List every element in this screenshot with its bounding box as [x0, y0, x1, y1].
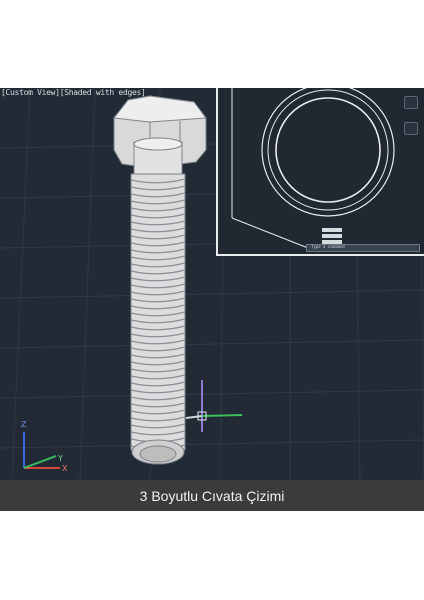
- inset-top-view[interactable]: Type a command: [216, 88, 424, 256]
- caption-text: 3 Boyutlu Cıvata Çizimi: [139, 487, 285, 504]
- command-line-input[interactable]: Type a command: [306, 244, 420, 252]
- command-line-placeholder: Type a command: [311, 244, 345, 249]
- ucs-y-label: Y: [58, 454, 63, 463]
- inset-viewcube-button[interactable]: [404, 96, 418, 109]
- ucs-z-label: Z: [21, 420, 27, 429]
- command-history-line: [322, 228, 342, 232]
- inset-nav-button[interactable]: [404, 122, 418, 135]
- bolt-top-view: [231, 88, 395, 249]
- caption-bar: 3 Boyutlu Cıvata Çizimi: [0, 480, 424, 511]
- command-history-line: [322, 234, 342, 238]
- ucs-x-label: X: [62, 464, 68, 473]
- cad-viewport[interactable]: [Custom View][Shaded with edges] Z Y X T…: [0, 88, 424, 480]
- ucs-icon: Z Y X: [16, 418, 76, 474]
